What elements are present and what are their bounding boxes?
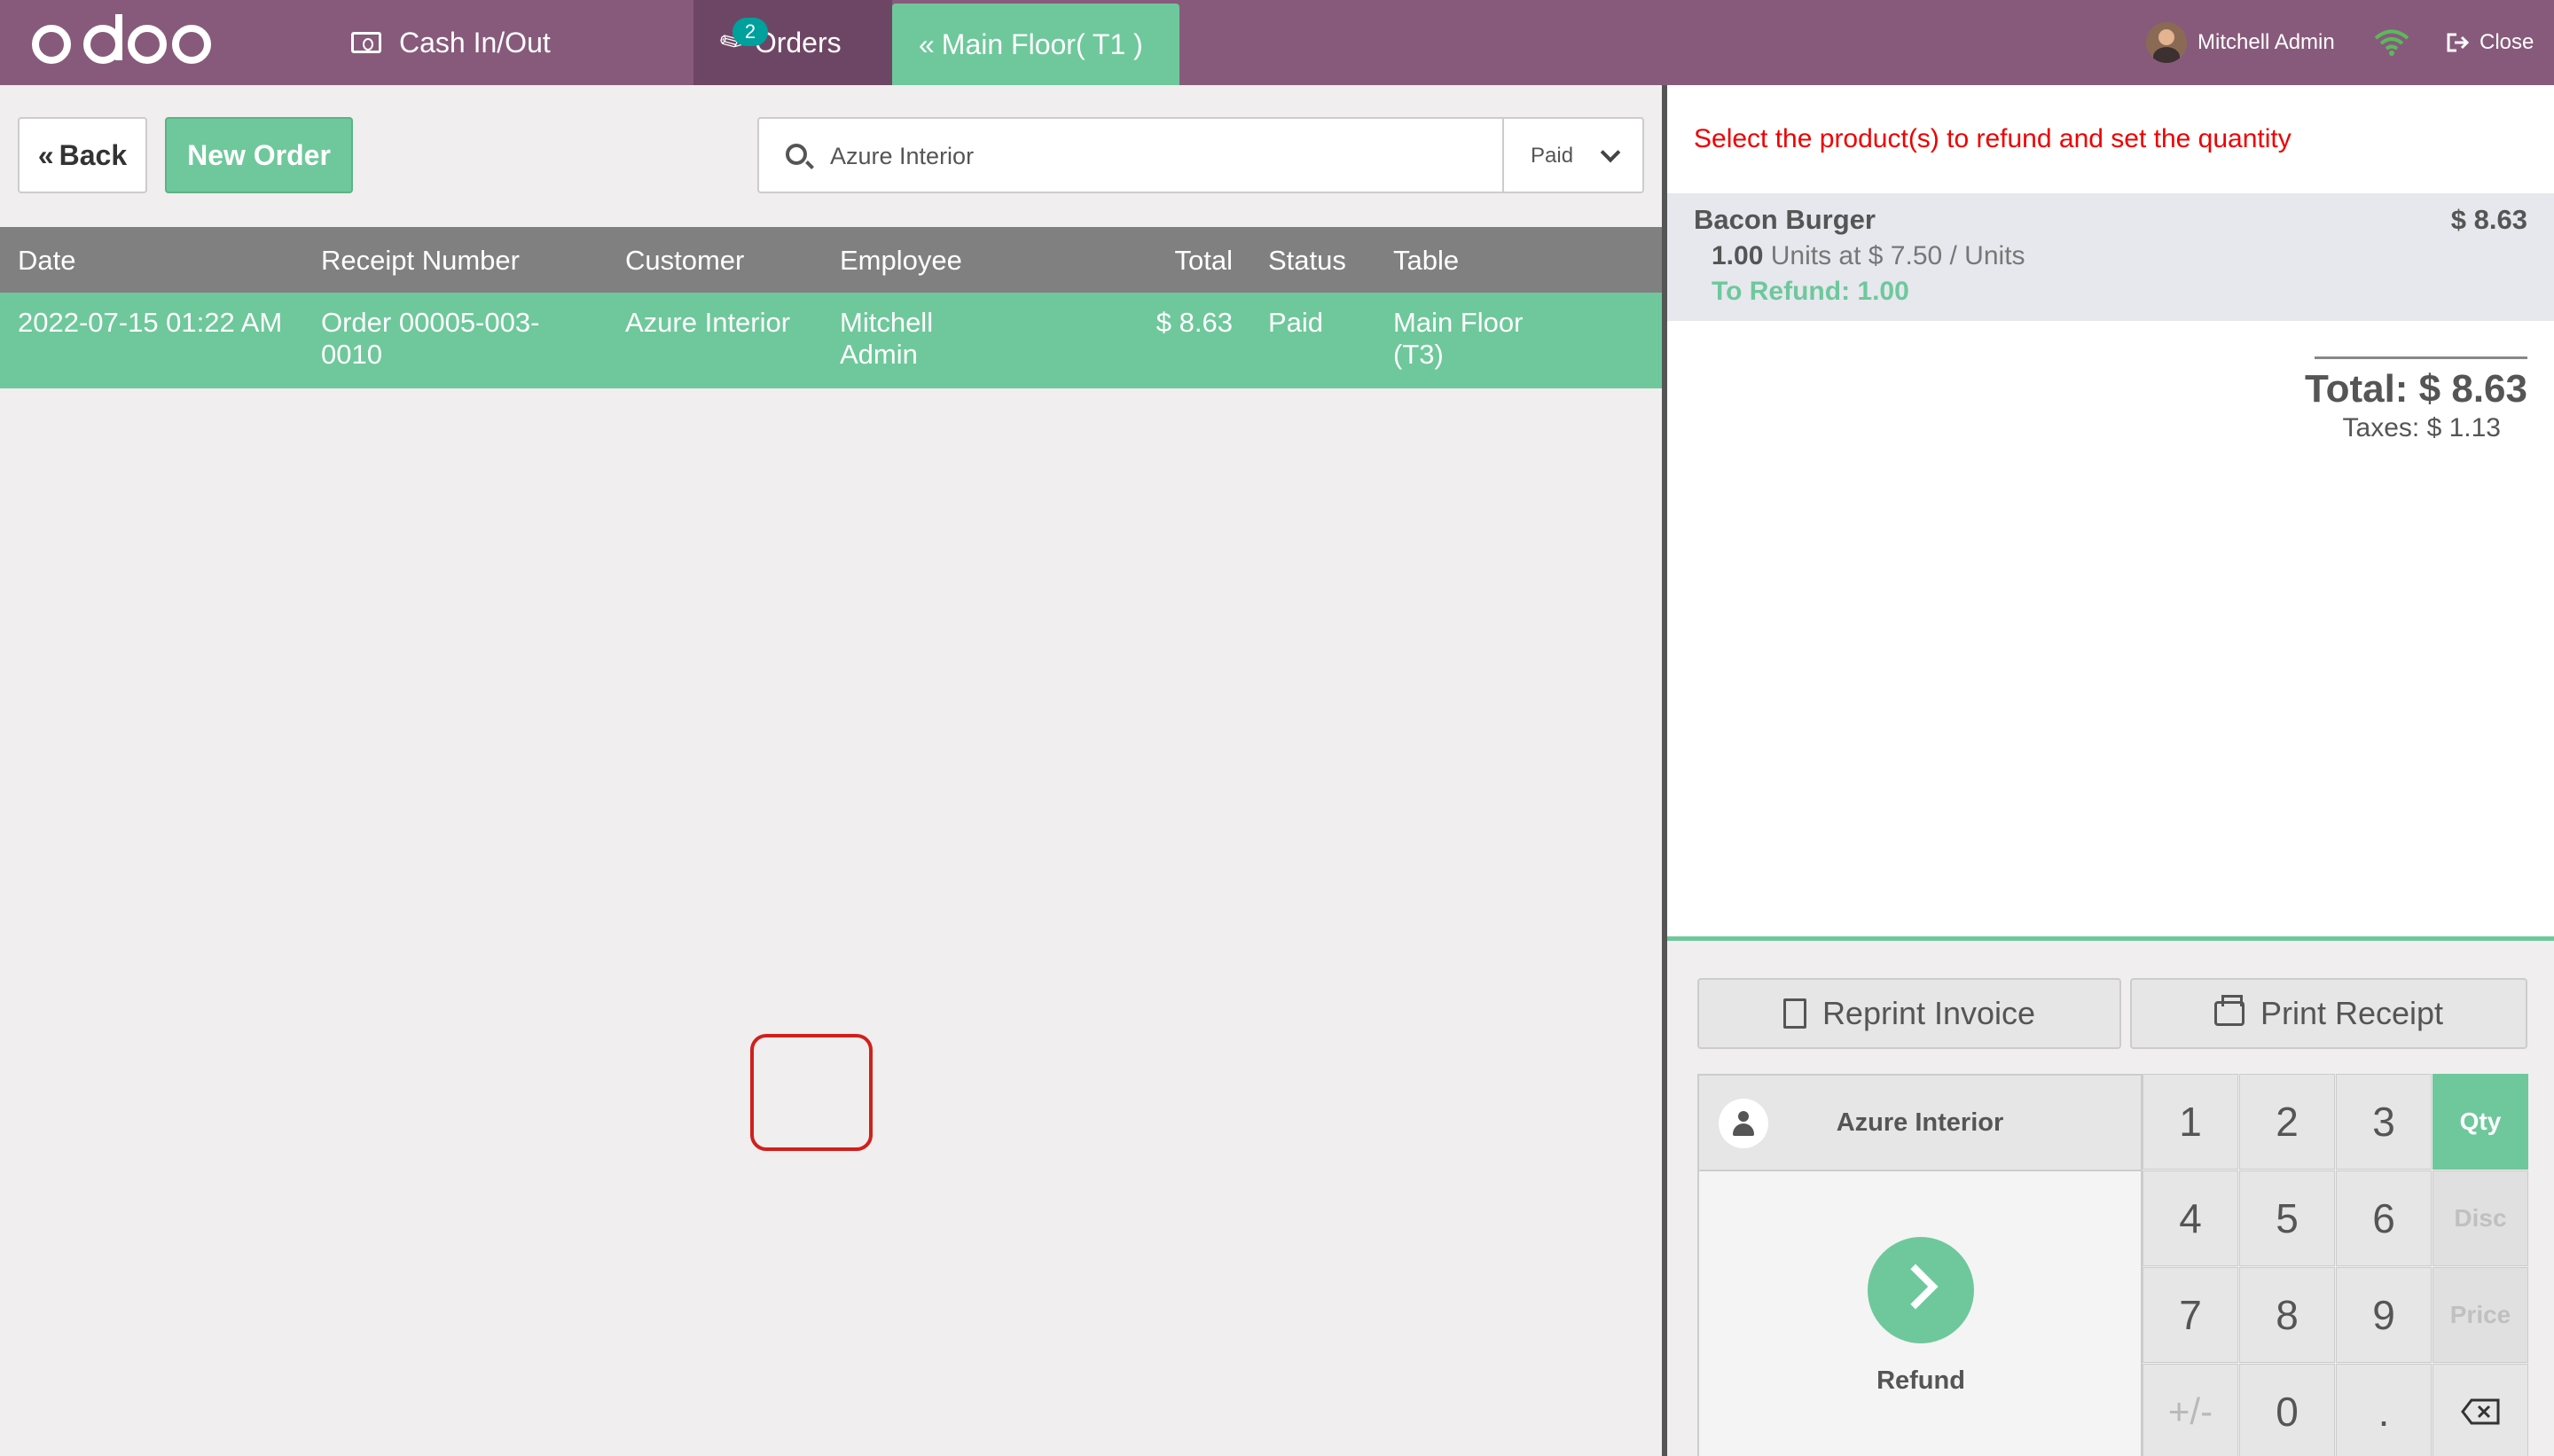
cell-total: $ 8.63 bbox=[1156, 307, 1233, 338]
back-label: Back bbox=[59, 138, 128, 171]
print-receipt-button[interactable]: Print Receipt bbox=[2130, 978, 2527, 1049]
numpad-key-3[interactable]: 3 bbox=[2336, 1074, 2432, 1170]
refund-hint: Select the product(s) to refund and set … bbox=[1694, 124, 2292, 153]
line-price: $ 8.63 bbox=[2450, 204, 2527, 235]
cell-status: Paid bbox=[1268, 307, 1324, 338]
column-header-employee: Employee bbox=[840, 245, 962, 276]
disc-mode-button[interactable]: Disc bbox=[2433, 1170, 2528, 1266]
column-header-status: Status bbox=[1268, 245, 1346, 276]
numpad-key-7[interactable]: 7 bbox=[2143, 1267, 2238, 1363]
customer-name: Azure Interior bbox=[1836, 1108, 2004, 1137]
close-button[interactable]: Close bbox=[2446, 0, 2534, 85]
cell-employee: Mitchell Admin bbox=[840, 307, 934, 370]
search-icon bbox=[786, 144, 807, 165]
line-qty: 1.00 bbox=[1712, 241, 1764, 270]
floor-label: Main Floor( T1 ) bbox=[941, 27, 1143, 60]
column-header-receipt: Receipt Number bbox=[321, 245, 520, 276]
sign-out-icon bbox=[2447, 33, 2470, 52]
numpad-key-0[interactable]: 0 bbox=[2239, 1364, 2335, 1456]
product-name: Bacon Burger bbox=[1694, 204, 1876, 235]
orders-count-badge: 2 bbox=[733, 18, 768, 46]
reprint-invoice-label: Reprint Invoice bbox=[1821, 995, 2036, 1031]
to-refund-qty: To Refund: 1.00 bbox=[1712, 277, 1909, 306]
refund-label: Refund bbox=[1876, 1366, 1965, 1395]
chevron-right-icon bbox=[1868, 1237, 1974, 1343]
refund-button[interactable]: Refund bbox=[1697, 1171, 2143, 1456]
backspace-button[interactable] bbox=[2433, 1364, 2528, 1456]
numpad-key-6[interactable]: 6 bbox=[2336, 1170, 2432, 1266]
orders-list-pane: « Back New Order Azure Interior Paid Dat… bbox=[0, 85, 1662, 1456]
order-total: Total: $ 8.63 bbox=[2304, 367, 2527, 411]
wifi-icon bbox=[2373, 0, 2410, 85]
avatar bbox=[2146, 22, 2187, 63]
cash-in-out-label: Cash In/Out bbox=[399, 26, 551, 59]
search-bar: Azure Interior Paid bbox=[757, 117, 1644, 193]
price-mode-button[interactable]: Price bbox=[2433, 1267, 2528, 1363]
qty-highlight-outline bbox=[750, 1034, 873, 1151]
odoo-logo bbox=[18, 9, 218, 76]
order-line[interactable]: Bacon Burger $ 8.63 1.00 Units at $ 7.50… bbox=[1667, 193, 2554, 321]
user-icon bbox=[1719, 1099, 1768, 1148]
reprint-invoice-button[interactable]: Reprint Invoice bbox=[1697, 978, 2121, 1049]
search-input[interactable]: Azure Interior bbox=[830, 119, 974, 193]
double-chevron-left-icon: « bbox=[37, 138, 54, 171]
numpad-key-9[interactable]: 9 bbox=[2336, 1267, 2432, 1363]
cash-in-out-button[interactable]: Cash In/Out bbox=[351, 0, 551, 85]
column-header-customer: Customer bbox=[625, 245, 745, 276]
orders-button[interactable]: ✎ 2 Orders bbox=[693, 0, 892, 85]
new-order-button[interactable]: New Order bbox=[165, 117, 353, 193]
print-icon bbox=[2213, 995, 2245, 1026]
numpad-key-2[interactable]: 2 bbox=[2239, 1074, 2335, 1170]
chevron-down-icon bbox=[1600, 142, 1621, 163]
numpad-key-5[interactable]: 5 bbox=[2239, 1170, 2335, 1266]
numpad-key-1[interactable]: 1 bbox=[2143, 1074, 2238, 1170]
new-order-label: New Order bbox=[187, 138, 331, 171]
cell-receipt: Order 00005-003-0010 bbox=[321, 307, 540, 370]
line-unit-info: Units at $ 7.50 / Units bbox=[1770, 241, 2025, 270]
floor-button[interactable]: « Main Floor( T1 ) bbox=[892, 4, 1179, 85]
close-label: Close bbox=[2480, 30, 2534, 54]
column-header-total: Total bbox=[1174, 245, 1233, 276]
user-menu[interactable]: Mitchell Admin bbox=[2146, 0, 2335, 85]
numpad-key-sign[interactable]: +/- bbox=[2143, 1364, 2238, 1456]
control-panel: Reprint Invoice Print Receipt Azure Inte… bbox=[1667, 936, 2554, 1456]
backspace-icon bbox=[2461, 1398, 2500, 1425]
order-taxes: Taxes: $ 1.13 bbox=[2342, 413, 2501, 442]
customer-button[interactable]: Azure Interior bbox=[1697, 1074, 2143, 1171]
column-header-date: Date bbox=[18, 245, 76, 276]
table-row[interactable]: 2022-07-15 01:22 AM Order 00005-003-0010… bbox=[0, 293, 1662, 388]
numpad-key-4[interactable]: 4 bbox=[2143, 1170, 2238, 1266]
status-filter-value: Paid bbox=[1531, 144, 1574, 168]
cell-table: Main Floor (T3) bbox=[1393, 307, 1524, 370]
double-chevron-left-icon: « bbox=[919, 27, 935, 60]
column-header-table: Table bbox=[1393, 245, 1460, 276]
user-name: Mitchell Admin bbox=[2198, 30, 2335, 54]
cash-icon bbox=[351, 32, 381, 53]
numpad-key-8[interactable]: 8 bbox=[2239, 1267, 2335, 1363]
file-pdf-icon bbox=[1782, 998, 1806, 1029]
line-quantity-info: 1.00 Units at $ 7.50 / Units bbox=[1712, 241, 2025, 271]
numpad-key-dot[interactable]: . bbox=[2336, 1364, 2432, 1456]
top-bar: Cash In/Out ✎ 2 Orders « Main Floor( T1 … bbox=[0, 0, 2554, 85]
print-receipt-label: Print Receipt bbox=[2260, 995, 2444, 1031]
qty-mode-button[interactable]: Qty bbox=[2433, 1074, 2528, 1170]
orders-table-header: Date Receipt Number Customer Employee To… bbox=[0, 227, 1662, 293]
total-separator bbox=[2315, 356, 2527, 359]
order-details-pane: Select the product(s) to refund and set … bbox=[1667, 85, 2554, 1456]
cell-date: 2022-07-15 01:22 AM bbox=[18, 307, 283, 338]
back-button[interactable]: « Back bbox=[18, 117, 147, 193]
status-filter-select[interactable]: Paid bbox=[1502, 119, 1642, 193]
cell-customer: Azure Interior bbox=[625, 307, 791, 338]
